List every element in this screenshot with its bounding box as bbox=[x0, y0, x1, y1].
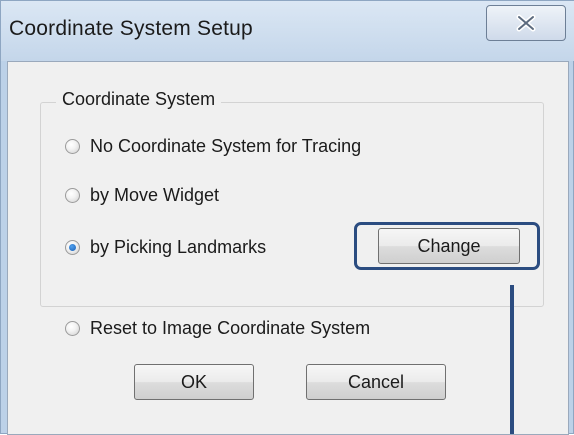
radio-reset-image-coordinate-system[interactable]: Reset to Image Coordinate System bbox=[65, 318, 370, 339]
radio-button[interactable] bbox=[65, 188, 80, 203]
annotation-highlight-box bbox=[354, 222, 540, 270]
title-bar[interactable]: Coordinate System Setup bbox=[1, 1, 574, 61]
cancel-button[interactable]: Cancel bbox=[306, 364, 446, 400]
radio-button-selected[interactable] bbox=[65, 240, 80, 255]
radio-picking-landmarks[interactable]: by Picking Landmarks bbox=[65, 237, 266, 258]
window-title: Coordinate System Setup bbox=[9, 17, 253, 40]
radio-button[interactable] bbox=[65, 139, 80, 154]
radio-label: by Picking Landmarks bbox=[90, 237, 267, 257]
radio-label: No Coordinate System for Tracing bbox=[90, 136, 362, 156]
close-button[interactable] bbox=[486, 5, 566, 41]
radio-move-widget[interactable]: by Move Widget bbox=[65, 185, 219, 206]
radio-label: Reset to Image Coordinate System bbox=[90, 318, 371, 338]
ok-button[interactable]: OK bbox=[134, 364, 254, 400]
radio-label: by Move Widget bbox=[90, 185, 220, 205]
group-label: Coordinate System bbox=[56, 89, 222, 110]
close-x-icon bbox=[516, 14, 536, 32]
dialog-window: Coordinate System Setup Coordinate Syste… bbox=[0, 0, 574, 435]
radio-button[interactable] bbox=[65, 321, 80, 336]
annotation-callout-line bbox=[510, 285, 514, 434]
radio-no-coordinate-system[interactable]: No Coordinate System for Tracing bbox=[65, 136, 361, 157]
